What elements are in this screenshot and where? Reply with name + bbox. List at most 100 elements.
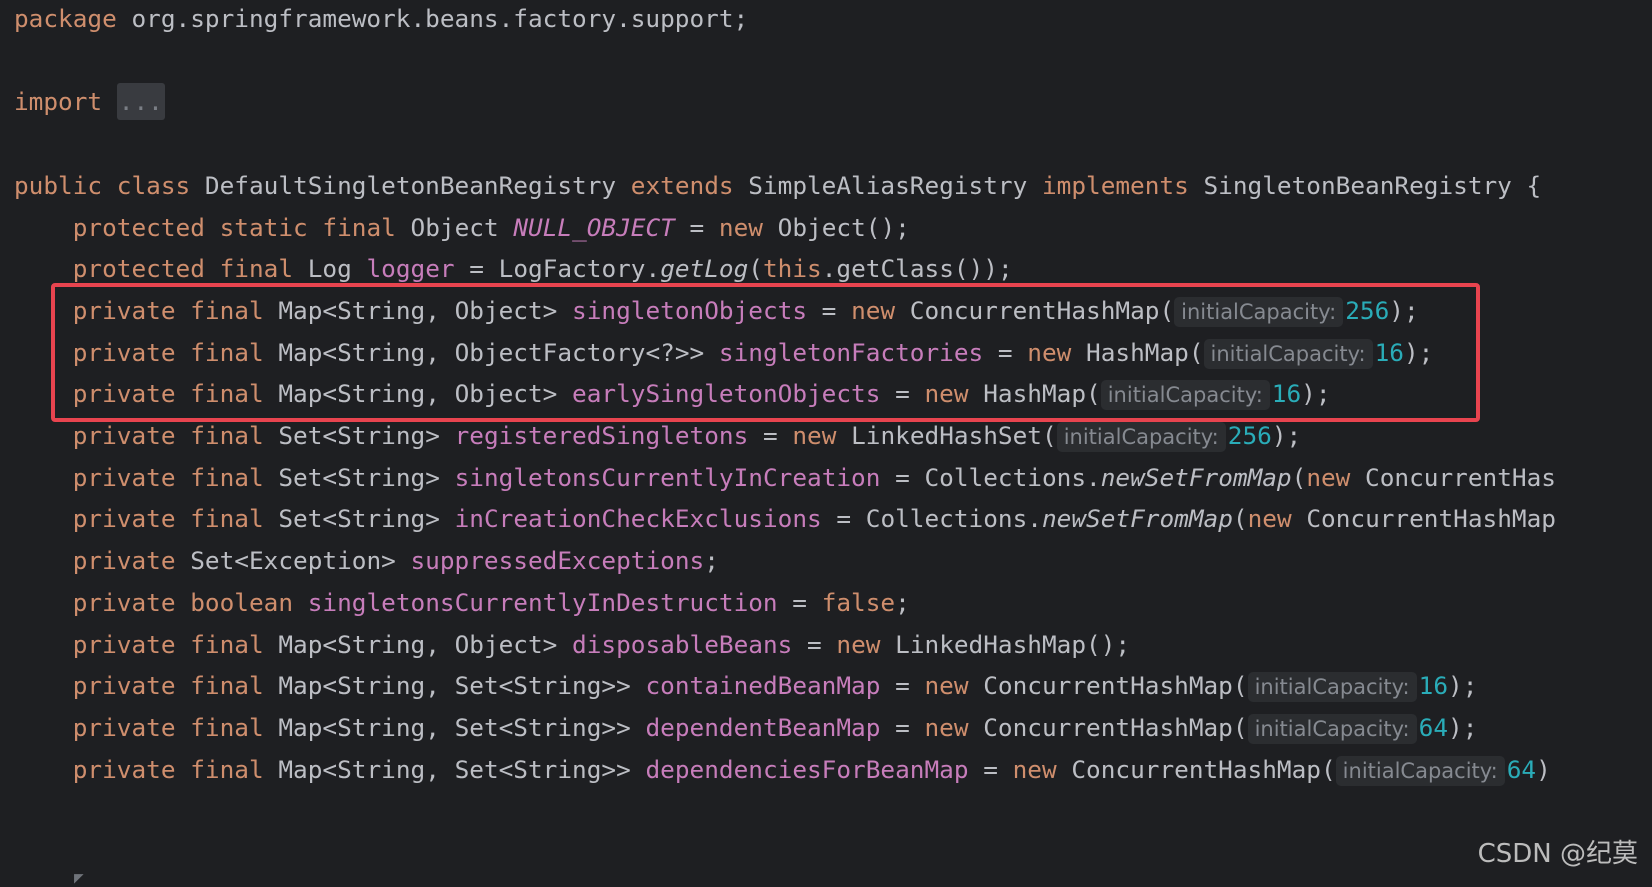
code-line[interactable]: protected static final Object NULL_OBJEC… xyxy=(14,208,910,248)
code-line[interactable]: protected final Log logger = LogFactory.… xyxy=(14,249,1013,289)
code-text-token: = Collections. xyxy=(821,504,1042,534)
code-line[interactable]: private final Map<String, Object> dispos… xyxy=(14,625,1130,665)
code-text-token: ( xyxy=(1291,462,1307,492)
keyword-token: static xyxy=(219,212,308,242)
keyword-token: new xyxy=(924,671,969,701)
keyword-token: new xyxy=(1306,462,1351,492)
keyword-token: false xyxy=(821,587,896,617)
code-line[interactable]: import ... xyxy=(14,82,165,122)
code-text-token: Map<String, Object> xyxy=(263,295,573,325)
code-text-token: Map<String, Set<String>> xyxy=(263,671,646,701)
code-line[interactable]: private final Map<String, Object> earlyS… xyxy=(14,374,1331,414)
number-literal-token: 16 xyxy=(1374,337,1404,367)
keyword-token: final xyxy=(190,629,264,659)
code-text-token: org.springframework.beans.factory.suppor… xyxy=(116,4,749,33)
code-text-token: Map<String, ObjectFactory<?>> xyxy=(263,337,719,367)
code-line[interactable]: package org.springframework.beans.factor… xyxy=(14,0,748,39)
folded-imports-placeholder[interactable]: ... xyxy=(116,83,165,121)
keyword-token: final xyxy=(190,671,264,701)
keyword-token: private xyxy=(72,421,176,450)
code-text-token: = xyxy=(968,754,1013,784)
number-literal-token: 64 xyxy=(1418,712,1449,742)
keyword-token: final xyxy=(190,462,264,492)
code-line[interactable]: public class DefaultSingletonBeanRegistr… xyxy=(14,166,1541,206)
keyword-token: final xyxy=(322,212,396,242)
keyword-token: private xyxy=(72,379,176,409)
static-constant-token: NULL_OBJECT xyxy=(513,212,675,242)
parameter-inlay-hint: initialCapacity: xyxy=(1335,755,1505,786)
code-text-token: LinkedHashMap(); xyxy=(880,629,1131,659)
code-text-token: ); xyxy=(1403,337,1434,367)
code-text-token: Map<String, Set<String>> xyxy=(263,754,646,784)
code-text-token: = xyxy=(777,587,822,617)
method-call-token: getLog xyxy=(660,254,749,284)
code-line[interactable]: private final Set<String> registeredSing… xyxy=(14,416,1301,456)
code-editor[interactable]: package org.springframework.beans.factor… xyxy=(0,0,1652,884)
parameter-inlay-hint: initialCapacity: xyxy=(1247,672,1417,703)
keyword-token: private xyxy=(72,337,176,367)
keyword-token: public xyxy=(14,170,103,200)
code-text-token: ConcurrentHashMap( xyxy=(968,671,1248,701)
keyword-token: private xyxy=(72,504,176,534)
keyword-token: private xyxy=(72,712,176,742)
code-text-token: ); xyxy=(1301,379,1331,409)
code-line[interactable]: private boolean singletonsCurrentlyInDes… xyxy=(14,583,910,623)
keyword-token: extends xyxy=(630,170,734,200)
field-name-token: singletonObjects xyxy=(572,295,807,325)
field-name-token: dependentBeanMap xyxy=(645,712,881,742)
keyword-token: protected xyxy=(72,212,205,242)
field-name-token: logger xyxy=(366,254,455,284)
parameter-inlay-hint: initialCapacity: xyxy=(1203,338,1373,369)
keyword-token: final xyxy=(190,379,264,409)
code-text-token: ); xyxy=(1448,712,1478,742)
keyword-token: new xyxy=(1247,504,1292,534)
parameter-inlay-hint: initialCapacity: xyxy=(1247,713,1417,744)
code-line[interactable]: private final Set<String> singletonsCurr… xyxy=(14,458,1556,498)
number-literal-token: 16 xyxy=(1418,671,1449,701)
code-text-token: = xyxy=(880,712,925,742)
code-text-token: Object xyxy=(395,212,514,242)
code-line[interactable]: private Set<Exception> suppressedExcepti… xyxy=(14,541,719,581)
code-line[interactable]: private final Map<String, Set<String>> d… xyxy=(14,708,1477,748)
field-name-token: registeredSingletons xyxy=(454,421,749,450)
code-line[interactable]: private final Map<String, Set<String>> d… xyxy=(14,750,1551,790)
code-text-token: ) xyxy=(1536,754,1551,784)
keyword-token: new xyxy=(1012,754,1057,784)
keyword-token: import xyxy=(14,87,103,117)
code-text-token: Set<String> xyxy=(263,504,455,534)
code-text-token: ConcurrentHashMap( xyxy=(968,712,1248,742)
code-line[interactable]: private final Set<String> inCreationChec… xyxy=(14,499,1556,539)
code-text-token: ConcurrentHashMap xyxy=(1291,504,1556,534)
keyword-token: class xyxy=(116,170,191,200)
code-line[interactable]: private final Map<String, Object> single… xyxy=(14,291,1419,331)
code-text-token: ; xyxy=(704,546,719,576)
code-text-token: ConcurrentHas xyxy=(1350,462,1556,492)
field-name-token: singletonsCurrentlyInDestruction xyxy=(307,587,778,617)
keyword-token: new xyxy=(924,379,969,409)
code-line[interactable]: private final Map<String, ObjectFactory<… xyxy=(14,333,1433,373)
code-text-token: HashMap( xyxy=(968,379,1101,409)
code-line[interactable]: private final Map<String, Set<String>> c… xyxy=(14,666,1477,706)
code-text-token: SimpleAliasRegistry xyxy=(733,170,1042,200)
field-name-token: containedBeanMap xyxy=(645,671,881,701)
code-text-token: ConcurrentHashMap( xyxy=(1056,754,1336,784)
field-name-token: disposableBeans xyxy=(572,629,793,659)
keyword-token: final xyxy=(219,254,294,284)
